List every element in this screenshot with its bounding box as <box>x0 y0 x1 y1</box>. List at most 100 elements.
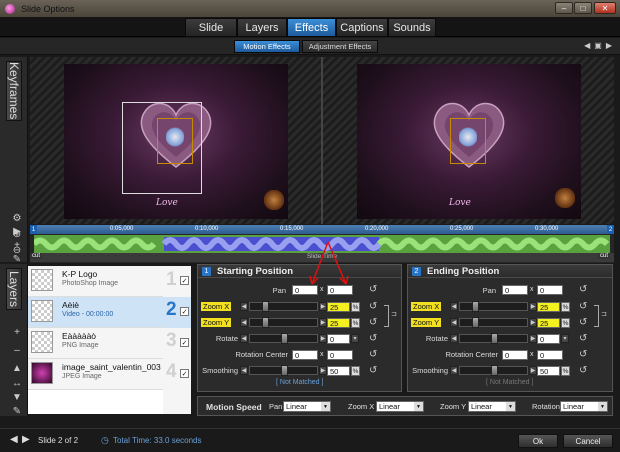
fit-layer-icon[interactable]: ↔ <box>10 377 24 390</box>
smoothing-decrease-icon[interactable]: ◀ <box>450 366 458 375</box>
link-icon[interactable]: ⊐ <box>391 310 397 318</box>
layers-label[interactable]: Layers <box>6 268 22 310</box>
close-button[interactable]: ✕ <box>594 2 616 14</box>
remove-layer-icon[interactable]: – <box>10 344 24 357</box>
zoom-y-reset-icon[interactable]: ↺ <box>369 317 377 328</box>
zoom-y-increase-icon[interactable]: ▶ <box>319 318 327 327</box>
zoom-x-reset-icon[interactable]: ↺ <box>579 301 587 312</box>
zoom-x-input[interactable]: 25 <box>537 302 560 312</box>
smoothing-reset-icon[interactable]: ↺ <box>369 365 377 376</box>
previous-slide-icon[interactable]: ◀ <box>10 434 18 445</box>
pan-reset-icon[interactable]: ↺ <box>369 284 377 295</box>
zoom-x-slider[interactable] <box>459 301 528 312</box>
layer-visible-checkbox[interactable]: ✓ <box>180 307 189 316</box>
start-preview[interactable]: Love <box>64 64 288 219</box>
tab-sounds[interactable]: Sounds <box>388 18 436 37</box>
rotate-reset-icon[interactable]: ↺ <box>579 333 587 344</box>
zoom-x-increase-icon[interactable]: ▶ <box>529 302 537 311</box>
add-layer-icon[interactable]: + <box>10 326 24 339</box>
rotation-center-x-input[interactable]: 0 <box>502 350 528 360</box>
pan-y-input[interactable]: 0 <box>537 285 563 295</box>
zoom-in-icon[interactable]: ⊕ <box>10 228 24 241</box>
smoothing-increase-icon[interactable]: ▶ <box>529 366 537 375</box>
zoom-x-increase-icon[interactable]: ▶ <box>319 302 327 311</box>
zoom-x-reset-icon[interactable]: ↺ <box>369 301 377 312</box>
rotate-slider[interactable] <box>249 333 318 344</box>
slider-thumb[interactable] <box>281 365 288 376</box>
tab-slide[interactable]: Slide <box>185 18 237 37</box>
zoom-y-slider[interactable] <box>459 317 528 328</box>
pan-reset-icon[interactable]: ↺ <box>579 284 587 295</box>
tab-effects[interactable]: Effects <box>287 18 336 37</box>
smoothing-decrease-icon[interactable]: ◀ <box>240 366 248 375</box>
zoom-x-speed-select[interactable]: Linear ▼ <box>376 401 424 412</box>
next-slide-icon[interactable]: ▶ <box>22 434 30 445</box>
pan-x-input[interactable]: 0 <box>502 285 528 295</box>
not-matched-link[interactable]: [ Not Matched ] <box>486 379 533 386</box>
zoom-y-speed-select[interactable]: Linear ▼ <box>468 401 516 412</box>
zoom-y-slider[interactable] <box>249 317 318 328</box>
keyframes-label[interactable]: Keyframes <box>6 61 22 121</box>
rotate-input[interactable]: 0 <box>537 334 560 344</box>
tools-icon[interactable]: ⚙ <box>10 212 24 225</box>
smoothing-slider[interactable] <box>459 365 528 376</box>
cancel-button[interactable]: Cancel <box>563 434 613 448</box>
rotate-decrease-icon[interactable]: ◀ <box>240 334 248 343</box>
zoom-y-increase-icon[interactable]: ▶ <box>529 318 537 327</box>
rotate-spin-icon[interactable]: ▾ <box>351 334 359 343</box>
rotation-center-reset-icon[interactable]: ↺ <box>369 349 377 360</box>
slider-thumb[interactable] <box>281 333 288 344</box>
next-arrow-icon[interactable]: ▶ <box>606 41 612 50</box>
tab-captions[interactable]: Captions <box>336 18 388 37</box>
zoom-out-icon[interactable]: ⊖ <box>10 244 24 257</box>
tab-motion-effects[interactable]: Motion Effects <box>234 40 300 53</box>
layer-visible-checkbox[interactable]: ✓ <box>180 369 189 378</box>
rotate-increase-icon[interactable]: ▶ <box>529 334 537 343</box>
slider-thumb[interactable] <box>491 333 498 344</box>
cut-start[interactable]: cut <box>30 253 43 259</box>
rotate-spin-icon[interactable]: ▾ <box>561 334 569 343</box>
rotation-center-y-input[interactable]: 0 <box>327 350 353 360</box>
cut-end[interactable]: cut <box>598 253 611 259</box>
rotate-input[interactable]: 0 <box>327 334 350 344</box>
move-down-icon[interactable]: ▼ <box>10 391 24 404</box>
not-matched-link[interactable]: [ Not Matched ] <box>276 379 323 386</box>
maximize-button[interactable]: □ <box>574 2 592 14</box>
rotate-decrease-icon[interactable]: ◀ <box>450 334 458 343</box>
zoom-x-slider[interactable] <box>249 301 318 312</box>
zoom-y-reset-icon[interactable]: ↺ <box>579 317 587 328</box>
zoom-x-decrease-icon[interactable]: ◀ <box>450 302 458 311</box>
rotation-center-reset-icon[interactable]: ↺ <box>579 349 587 360</box>
smoothing-increase-icon[interactable]: ▶ <box>319 366 327 375</box>
timeline-end-marker[interactable]: 2 <box>607 225 614 234</box>
zoom-y-input[interactable]: 25 <box>537 318 560 328</box>
timeline-start-marker[interactable]: 1 <box>30 225 37 234</box>
slider-thumb[interactable] <box>491 365 498 376</box>
link-icon[interactable]: ⊐ <box>601 310 607 318</box>
slider-thumb[interactable] <box>262 301 269 312</box>
zoom-x-input[interactable]: 25 <box>327 302 350 312</box>
previous-arrow-icon[interactable]: ◀ <box>584 41 590 50</box>
zoom-y-decrease-icon[interactable]: ◀ <box>240 318 248 327</box>
rotation-center-x-input[interactable]: 0 <box>292 350 318 360</box>
ok-button[interactable]: Ok <box>518 434 558 448</box>
zoom-y-decrease-icon[interactable]: ◀ <box>450 318 458 327</box>
smoothing-slider[interactable] <box>249 365 318 376</box>
rotation-center-y-input[interactable]: 0 <box>537 350 563 360</box>
rotate-reset-icon[interactable]: ↺ <box>369 333 377 344</box>
rotate-increase-icon[interactable]: ▶ <box>319 334 327 343</box>
layer-visible-checkbox[interactable]: ✓ <box>180 276 189 285</box>
pan-speed-select[interactable]: Linear ▼ <box>283 401 331 412</box>
rotation-speed-select[interactable]: Linear ▼ <box>560 401 608 412</box>
minimize-button[interactable]: – <box>555 2 573 14</box>
rotate-slider[interactable] <box>459 333 528 344</box>
slider-thumb[interactable] <box>472 301 479 312</box>
move-up-icon[interactable]: ▲ <box>10 362 24 375</box>
smoothing-reset-icon[interactable]: ↺ <box>579 365 587 376</box>
layer-visible-checkbox[interactable]: ✓ <box>180 338 189 347</box>
slider-thumb[interactable] <box>472 317 479 328</box>
tab-adjustment-effects[interactable]: Adjustment Effects <box>302 40 378 53</box>
tab-layers[interactable]: Layers <box>237 18 287 37</box>
end-preview[interactable]: Love <box>357 64 581 219</box>
smoothing-input[interactable]: 50 <box>537 366 560 376</box>
